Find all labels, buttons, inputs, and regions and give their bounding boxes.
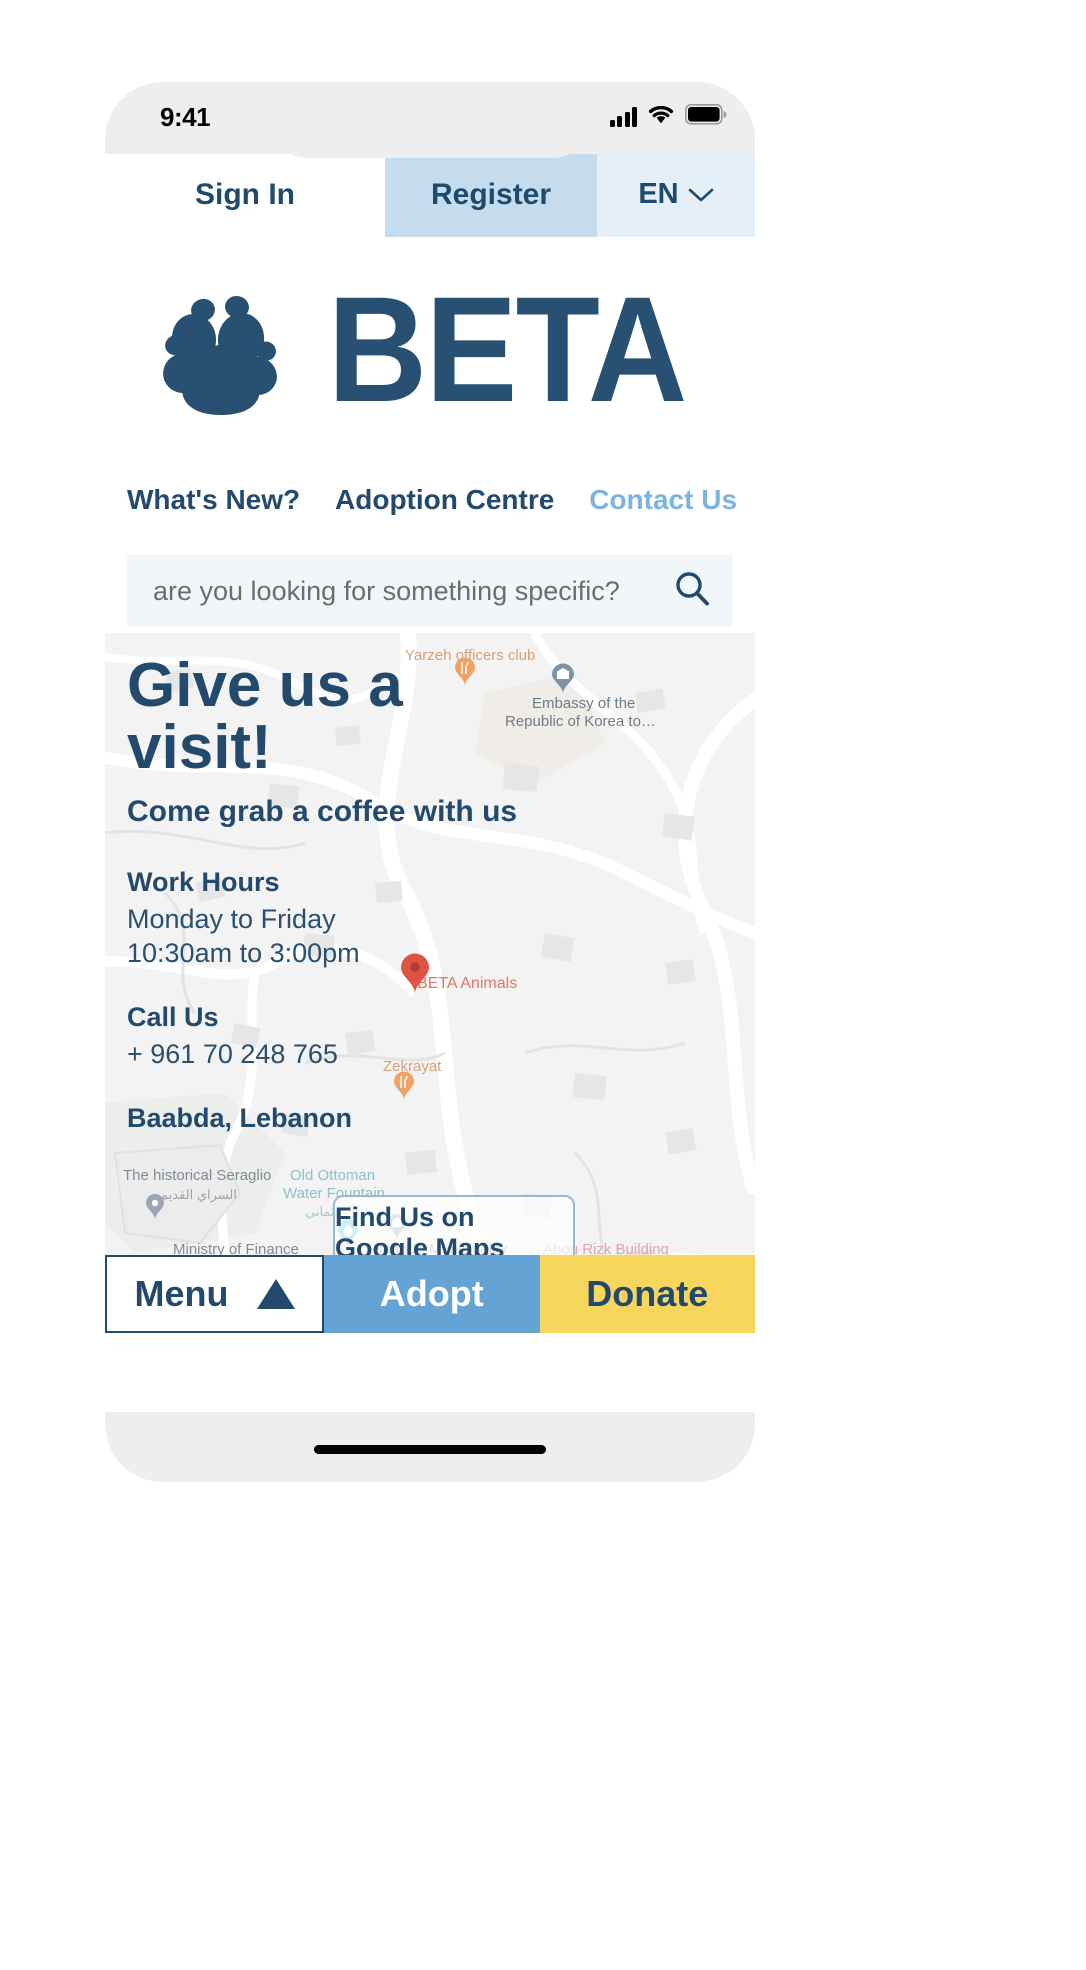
caret-up-icon — [256, 1279, 295, 1309]
tab-sign-in[interactable]: Sign In — [105, 152, 385, 237]
tab-register[interactable]: Register — [385, 152, 597, 237]
chevron-down-icon — [688, 178, 714, 211]
map-label: Old Ottoman — [290, 1167, 376, 1184]
wifi-icon — [647, 104, 675, 130]
page-title: Give us a visit! — [127, 651, 403, 782]
phone-frame: 9:41 Sign In Register EN BETA What's New… — [105, 82, 755, 1482]
notch — [270, 82, 590, 158]
main-nav: What's New? Adoption Centre Contact Us — [105, 462, 755, 537]
language-switcher[interactable]: EN — [597, 152, 755, 237]
work-time-value: 10:30am to 3:00pm — [127, 938, 360, 968]
brand-wordmark: BETA — [327, 265, 687, 433]
home-indicator[interactable] — [314, 1445, 546, 1454]
brand-logo-block: BETA — [105, 237, 755, 462]
map-label: السراي القديم — [160, 1187, 237, 1202]
status-time: 9:41 — [160, 102, 211, 132]
battery-full-icon — [685, 104, 727, 130]
search-input[interactable] — [151, 574, 673, 608]
hero-map-section: Yarzeh officers club Embassy of the Repu… — [105, 633, 755, 1333]
menu-button-label: Menu — [134, 1273, 229, 1314]
place-pin-seraglio[interactable] — [145, 1193, 165, 1226]
government-pin-korea-embassy[interactable] — [551, 663, 575, 700]
hero-content: Give us a visit! Come grab a coffee with… — [127, 655, 547, 1140]
adopt-button[interactable]: Adopt — [324, 1255, 540, 1333]
donate-button[interactable]: Donate — [539, 1255, 755, 1333]
search-icon[interactable] — [673, 570, 711, 613]
cellular-signal-icon — [609, 107, 637, 127]
nav-item-whats-new[interactable]: What's New? — [127, 484, 300, 516]
menu-button[interactable]: Menu — [105, 1255, 324, 1333]
search-bar[interactable] — [127, 555, 733, 627]
nav-item-contact-us[interactable]: Contact Us — [589, 484, 737, 516]
map-label: The historical Seraglio — [123, 1167, 272, 1184]
map-label: Embassy of the — [532, 695, 636, 712]
auth-tab-row: Sign In Register EN — [105, 152, 755, 237]
nav-item-adoption-centre[interactable]: Adoption Centre — [335, 484, 554, 516]
paw-print-icon — [159, 277, 284, 422]
app-screen: Sign In Register EN BETA What's New? Ado… — [105, 152, 755, 1412]
phone-number[interactable]: + 961 70 248 765 — [127, 1039, 547, 1070]
language-label: EN — [638, 178, 679, 210]
work-hours-label: Work Hours — [127, 867, 280, 897]
work-days-value: Monday to Friday — [127, 904, 336, 934]
status-bar: 9:41 — [105, 82, 755, 158]
status-icons — [609, 104, 728, 130]
location-value: Baabda, Lebanon — [127, 1103, 353, 1133]
hero-subtitle: Come grab a coffee with us — [127, 795, 518, 828]
bottom-action-bar: Menu Adopt Donate — [105, 1255, 755, 1333]
call-us-label: Call Us — [127, 1002, 219, 1032]
